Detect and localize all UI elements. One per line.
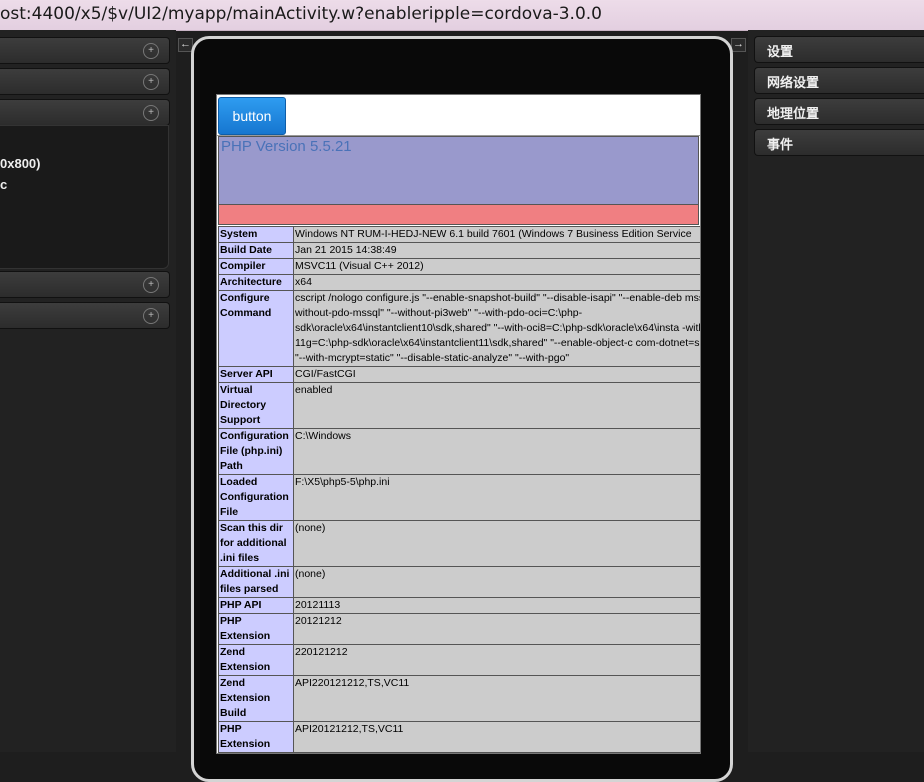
row-key: Virtual Directory Support [218, 382, 294, 429]
php-header-divider [218, 205, 699, 225]
left-panel-bar-2[interactable]: + [0, 68, 170, 95]
settings-item[interactable]: 设置 [754, 36, 924, 63]
geolocation-item[interactable]: 地理位置 [754, 98, 924, 125]
row-value: enabled [293, 382, 700, 429]
table-row: Configure Command cscript /nologo configu… [218, 290, 700, 367]
table-row: Additional .ini files parsed (none) [218, 566, 700, 598]
left-panel-bar-1[interactable]: + [0, 37, 170, 64]
row-key: Loaded Configuration File [218, 474, 294, 521]
left-panel-bar-5[interactable]: + [0, 302, 170, 329]
row-key: PHP Extension [218, 613, 294, 645]
table-row: Build Date Jan 21 2015 14:38:49 [218, 242, 700, 259]
device-screen: button PHP Version 5.5.21 System Windows … [216, 94, 701, 754]
php-info-table: System Windows NT RUM-I-HEDJ-NEW 6.1 buil… [218, 226, 700, 753]
move-icon[interactable]: + [143, 105, 159, 121]
device-info-box: 0x800) c [0, 125, 169, 269]
row-value: 220121212 [293, 644, 700, 676]
row-value: (none) [293, 520, 700, 567]
row-value: (none) [293, 566, 700, 598]
app-button[interactable]: button [218, 97, 286, 135]
right-panel: 设置 网络设置 地理位置 事件 [748, 30, 924, 752]
row-key: Compiler [218, 258, 294, 275]
row-key: Architecture [218, 274, 294, 291]
left-panel-bar-4[interactable]: + [0, 271, 170, 298]
row-value: Windows NT RUM-I-HEDJ-NEW 6.1 build 7601… [293, 226, 700, 243]
table-row: Zend Extension 220121212 [218, 644, 700, 676]
table-row: Configuration File (php.ini) Path C:\Wind… [218, 428, 700, 475]
row-value: x64 [293, 274, 700, 291]
table-row: Virtual Directory Support enabled [218, 382, 700, 429]
row-value: Jan 21 2015 14:38:49 [293, 242, 700, 259]
row-value: C:\Windows [293, 428, 700, 475]
row-value: CGI/FastCGI [293, 366, 700, 383]
row-value: 20121113 [293, 597, 700, 614]
resolution-text: 0x800) [0, 156, 41, 171]
network-settings-label: 网络设置 [767, 76, 820, 91]
table-row: Zend Extension Build API220121212,TS,VC11 [218, 675, 700, 722]
address-bar[interactable]: ost:4400/x5/$v/UI2/myapp/mainActivity.w?… [0, 0, 924, 31]
row-key: System [218, 226, 294, 243]
row-key: Configure Command [218, 290, 294, 367]
table-row: PHP Extension API20121212,TS,VC11 [218, 721, 700, 753]
row-value: API20121212,TS,VC11 [293, 721, 700, 753]
table-row: PHP Extension 20121212 [218, 613, 700, 645]
row-value: MSVC11 (Visual C++ 2012) [293, 258, 700, 275]
table-row: System Windows NT RUM-I-HEDJ-NEW 6.1 buil… [218, 226, 700, 243]
row-key: Zend Extension Build [218, 675, 294, 722]
table-row: Loaded Configuration File F:\X5\php5-5\ph… [218, 474, 700, 521]
move-icon[interactable]: + [143, 74, 159, 90]
table-row: Server API CGI/FastCGI [218, 366, 700, 383]
table-row: Scan this dir for additional .ini files(… [218, 520, 700, 567]
app-toolbar: button [217, 95, 700, 136]
settings-label: 设置 [767, 45, 794, 60]
geolocation-label: 地理位置 [767, 107, 820, 122]
row-value: 20121212 [293, 613, 700, 645]
expand-right-arrow-icon[interactable]: → [731, 38, 746, 52]
events-label: 事件 [767, 138, 794, 153]
move-icon[interactable]: + [143, 308, 159, 324]
row-value: cscript /nologo configure.js "--enable-s… [293, 290, 700, 367]
table-row: Architecture x64 [218, 274, 700, 291]
row-key: Server API [218, 366, 294, 383]
row-value: API220121212,TS,VC11 [293, 675, 700, 722]
row-key: Scan this dir for additional .ini files [218, 520, 294, 567]
row-key: PHP Extension [218, 721, 294, 753]
php-header: PHP Version 5.5.21 [218, 136, 699, 205]
row-key: PHP API [218, 597, 294, 614]
row-value: F:\X5\php5-5\php.ini [293, 474, 700, 521]
move-icon[interactable]: + [143, 43, 159, 59]
url-text: ost:4400/x5/$v/UI2/myapp/mainActivity.w?… [0, 4, 602, 24]
network-settings-item[interactable]: 网络设置 [754, 67, 924, 94]
row-key: Additional .ini files parsed [218, 566, 294, 598]
table-row: PHP API 20121113 [218, 597, 700, 614]
row-key: Zend Extension [218, 644, 294, 676]
table-row: Compiler MSVC11 (Visual C++ 2012) [218, 258, 700, 275]
events-item[interactable]: 事件 [754, 129, 924, 156]
row-key: Build Date [218, 242, 294, 259]
info-text: c [0, 177, 8, 192]
move-icon[interactable]: + [143, 277, 159, 293]
left-panel-bar-3[interactable]: + [0, 99, 170, 126]
left-panel: + + + 0x800) c + + [0, 30, 176, 752]
php-version-title[interactable]: PHP Version 5.5.21 [221, 138, 352, 155]
row-key: Configuration File (php.ini) Path [218, 428, 294, 475]
